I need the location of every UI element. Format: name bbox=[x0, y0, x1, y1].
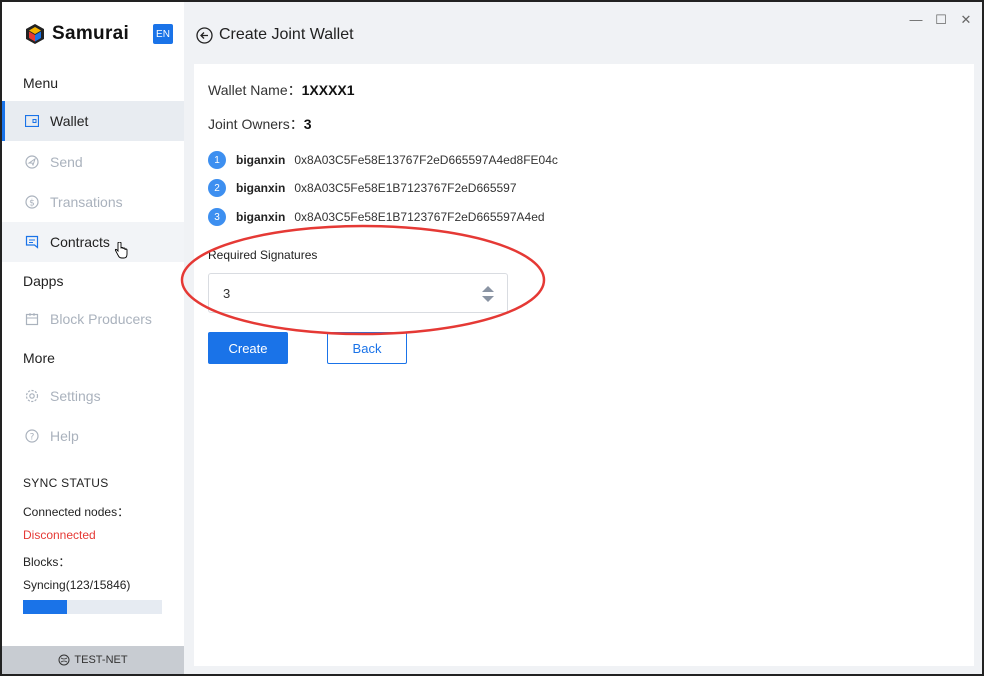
sidebar-item-transations[interactable]: $ Transations bbox=[2, 182, 184, 222]
owner-row: 1 biganxin 0x8A03C5Fe58E13767F2eD665597A… bbox=[208, 151, 558, 169]
sidebar-item-help[interactable]: ? Help bbox=[2, 416, 184, 456]
owner-row: 3 biganxin 0x8A03C5Fe58E1B7123767F2eD665… bbox=[208, 208, 545, 226]
send-icon bbox=[24, 154, 40, 170]
contracts-icon bbox=[24, 234, 40, 250]
brand-name: Samurai bbox=[52, 23, 130, 44]
stepper-arrows-icon[interactable] bbox=[481, 284, 495, 304]
owner-name: biganxin bbox=[236, 181, 286, 195]
sync-progress-fill bbox=[23, 600, 68, 614]
sync-progress-text: Syncing(123/15846) bbox=[23, 578, 131, 592]
sidebar-item-label: Settings bbox=[50, 388, 101, 404]
sidebar-item-wallet[interactable]: Wallet bbox=[2, 101, 184, 141]
sidebar-item-label: Contracts bbox=[50, 234, 110, 250]
page-title: Create Joint Wallet bbox=[219, 26, 354, 43]
sidebar: Samurai EN Menu Wallet Send $ Transation… bbox=[2, 2, 184, 674]
help-icon: ? bbox=[24, 428, 40, 444]
sidebar-item-settings[interactable]: Settings bbox=[2, 376, 184, 416]
joint-owners-value: 3 bbox=[303, 116, 312, 132]
wallet-name-value: 1XXXX1 bbox=[301, 82, 355, 98]
dapps-section-label: Dapps bbox=[23, 273, 64, 289]
wallet-icon bbox=[24, 113, 40, 129]
owner-address: 0x8A03C5Fe58E1B7123767F2eD665597 bbox=[294, 181, 517, 195]
required-signatures-label: Required Signatures bbox=[208, 248, 318, 262]
connection-status: Disconnected bbox=[23, 528, 96, 542]
transactions-icon: $ bbox=[24, 194, 40, 210]
back-button[interactable]: Back bbox=[327, 332, 407, 364]
hand-cursor-icon bbox=[114, 242, 128, 259]
owner-number-badge: 3 bbox=[208, 208, 226, 226]
sync-status-title: SYNC STATUS bbox=[23, 476, 109, 490]
gear-icon bbox=[24, 388, 40, 404]
wallet-name-label: Wallet Name： bbox=[208, 82, 302, 98]
owner-number-badge: 1 bbox=[208, 151, 226, 169]
menu-section-label: Menu bbox=[23, 75, 59, 91]
joint-owners-row: Joint Owners：3 bbox=[208, 114, 312, 134]
sidebar-item-label: Wallet bbox=[50, 113, 89, 129]
sidebar-item-label: Block Producers bbox=[50, 311, 152, 327]
sidebar-item-contracts[interactable]: Contracts bbox=[2, 222, 184, 262]
joint-owners-label: Joint Owners： bbox=[208, 116, 304, 132]
required-signatures-value: 3 bbox=[223, 285, 231, 301]
more-section-label: More bbox=[23, 350, 55, 366]
block-producers-icon bbox=[24, 311, 40, 327]
required-signatures-stepper[interactable]: 3 bbox=[208, 273, 508, 313]
sidebar-item-label: Send bbox=[50, 154, 83, 170]
owner-row: 2 biganxin 0x8A03C5Fe58E1B7123767F2eD665… bbox=[208, 179, 517, 197]
samurai-logo-icon bbox=[26, 24, 44, 44]
network-indicator: TEST-NET bbox=[2, 646, 184, 674]
brand: Samurai EN bbox=[2, 2, 184, 66]
app-window: Samurai EN Menu Wallet Send $ Transation… bbox=[0, 0, 984, 676]
owner-address: 0x8A03C5Fe58E13767F2eD665597A4ed8FE04c bbox=[294, 153, 558, 167]
owner-address: 0x8A03C5Fe58E1B7123767F2eD665597A4ed bbox=[294, 210, 545, 224]
sync-progress-bar bbox=[23, 600, 162, 614]
connected-nodes-label: Connected nodes： bbox=[23, 505, 130, 519]
svg-text:?: ? bbox=[30, 433, 35, 443]
wallet-name-row: Wallet Name：1XXXX1 bbox=[208, 80, 355, 100]
network-icon bbox=[58, 654, 70, 666]
sidebar-item-block-producers[interactable]: Block Producers bbox=[2, 299, 184, 339]
sidebar-item-label: Transations bbox=[50, 194, 123, 210]
back-arrow-icon[interactable] bbox=[196, 26, 213, 44]
minimize-icon[interactable]: — bbox=[909, 12, 923, 27]
owner-number-badge: 2 bbox=[208, 179, 226, 197]
blocks-label: Blocks： bbox=[23, 555, 71, 569]
create-button[interactable]: Create bbox=[208, 332, 288, 364]
language-button[interactable]: EN bbox=[153, 24, 173, 44]
owner-name: biganxin bbox=[236, 210, 286, 224]
owner-name: biganxin bbox=[236, 153, 286, 167]
svg-text:$: $ bbox=[29, 199, 35, 209]
page-header: Create Joint Wallet bbox=[196, 26, 354, 44]
maximize-icon[interactable]: ☐ bbox=[934, 12, 948, 28]
sidebar-item-send[interactable]: Send bbox=[2, 142, 184, 182]
sidebar-item-label: Help bbox=[50, 428, 79, 444]
close-icon[interactable]: ✕ bbox=[959, 12, 973, 28]
network-label: TEST-NET bbox=[74, 654, 128, 666]
create-joint-wallet-card: Wallet Name：1XXXX1 Joint Owners：3 1 biga… bbox=[194, 64, 974, 666]
